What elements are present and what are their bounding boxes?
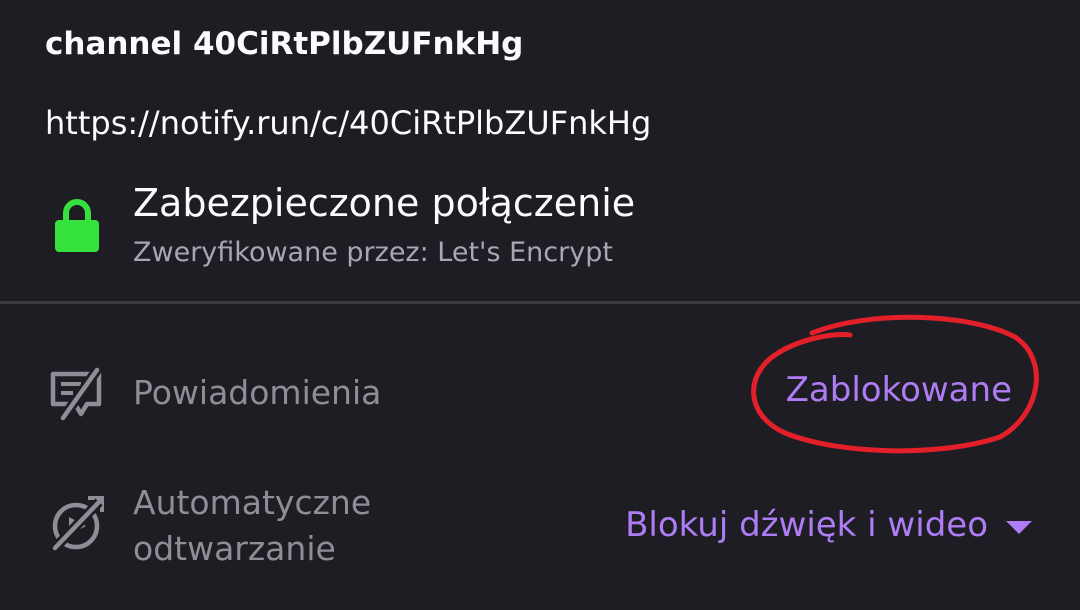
autoplay-label: Automatyczne odtwarzanie — [133, 483, 372, 568]
lock-icon — [55, 199, 99, 252]
site-title: channel 40CiRtPlbZUFnkHg — [45, 26, 524, 62]
certificate-issuer: Zweryfikowane przez: Let's Encrypt — [133, 237, 613, 268]
site-url: https://notify.run/c/40CiRtPlbZUFnkHg — [45, 104, 652, 142]
permission-row-notifications: Powiadomienia Zablokowane — [0, 350, 1080, 440]
autoplay-selected-value[interactable]: Blokuj dźwięk i wideo — [625, 505, 988, 545]
site-info-panel: channel 40CiRtPlbZUFnkHg https://notify.… — [0, 0, 1080, 302]
notifications-label: Powiadomienia — [133, 373, 382, 412]
notification-blocked-icon — [50, 367, 102, 421]
security-status[interactable]: Zabezpieczone połączenie — [133, 181, 635, 225]
divider — [0, 301, 1080, 304]
dropdown-arrow-icon[interactable] — [1006, 520, 1032, 534]
autoplay-dropdown[interactable]: Blokuj dźwięk i wideo — [625, 500, 1032, 550]
permission-row-autoplay: Automatyczne odtwarzanie Blokuj dźwięk i… — [0, 470, 1080, 580]
notifications-status-button[interactable]: Zablokowane — [786, 370, 1012, 410]
autoplay-blocked-icon — [51, 496, 104, 552]
